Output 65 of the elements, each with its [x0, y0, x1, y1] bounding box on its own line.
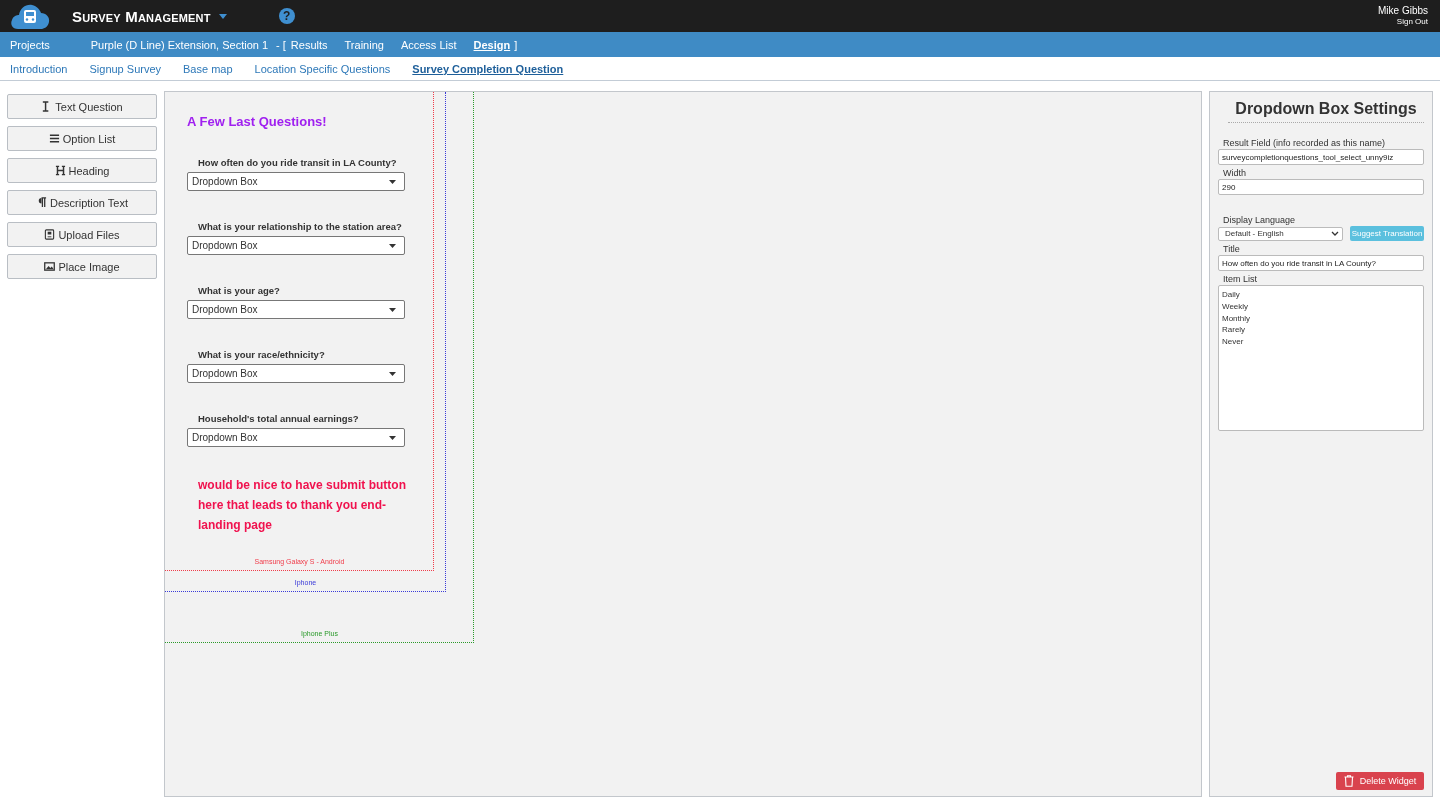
section-tab[interactable]: Survey Completion Question [412, 62, 564, 75]
panel-title: Dropdown Box Settings [1228, 100, 1424, 123]
caret-icon [389, 179, 396, 184]
field-label: Title [1222, 243, 1241, 255]
text-field[interactable]: 290 [1218, 179, 1424, 195]
question-label: How often do you ride transit in LA County? [197, 156, 398, 170]
dropdown-field[interactable]: Dropdown Box [187, 300, 405, 319]
list-item: Never [1222, 336, 1245, 348]
cloud-train-logo-icon [10, 2, 50, 30]
picture-icon [44, 261, 56, 272]
design-note: would be nice to have submit button here that leads to thank you end-landing page [197, 477, 407, 534]
list-item: Rarely [1222, 324, 1247, 337]
nav-tab[interactable]: Results [290, 38, 328, 51]
add-widget-button[interactable]: Upload Files [7, 222, 157, 247]
add-widget-button[interactable]: Place Image [7, 254, 157, 279]
add-widget-button[interactable]: Description Text [7, 190, 157, 215]
lines-icon [48, 133, 60, 144]
delete-widget-button[interactable]: Delete Widget [1336, 772, 1424, 790]
caret-icon[interactable] [218, 13, 227, 19]
field-label: Display Language [1222, 214, 1297, 226]
text-field[interactable]: surveycompletionquestions_tool_select_unny9iz [1218, 149, 1424, 165]
field-label: Result Field (info recorded as this name) [1222, 137, 1387, 149]
list-item: Daily [1222, 289, 1241, 301]
caret-icon [389, 435, 396, 440]
section-tab[interactable]: Base map [183, 62, 233, 75]
nav-tab[interactable]: Design [473, 38, 511, 51]
chevron-down-icon [1331, 231, 1339, 236]
file-icon [44, 229, 56, 240]
caret-icon [389, 371, 396, 376]
section-tab[interactable]: Location Specific Questions [254, 62, 391, 75]
list-item: Weekly [1222, 300, 1250, 313]
nav-tab[interactable]: Training [344, 38, 384, 51]
project-name: Purple (D Line) Extension, Section 1 [90, 38, 269, 51]
sign-out-link[interactable]: Sign Out [1396, 16, 1428, 27]
bracket-text: - [ [276, 38, 286, 51]
section-tab[interactable]: Signup Survey [89, 62, 162, 75]
caret-icon [389, 307, 396, 312]
dropdown-field[interactable]: Dropdown Box [187, 172, 405, 191]
question-label: Household's total annual earnings? [197, 412, 360, 426]
question-label: What is your age? [197, 284, 281, 298]
list-item: Monthly [1222, 312, 1251, 325]
projects-link[interactable]: Projects [10, 38, 50, 51]
dropdown-field[interactable]: Dropdown Box [187, 428, 405, 447]
item-list-field[interactable]: Daily Weekly Monthly Rarely Never [1218, 285, 1424, 431]
add-widget-button[interactable]: Option List [7, 126, 157, 151]
language-select[interactable]: Default - English [1218, 226, 1343, 241]
dropdown-field[interactable]: Dropdown Box [187, 236, 405, 255]
help-button[interactable]: ? [278, 8, 295, 24]
add-widget-button[interactable]: Heading [7, 158, 157, 183]
question-label: What is your race/ethnicity? [197, 348, 326, 362]
question-label: What is your relationship to the station area? [197, 220, 403, 234]
heading-h-icon [54, 165, 66, 176]
dropdown-field[interactable]: Dropdown Box [187, 364, 405, 383]
field-label: Width [1222, 167, 1247, 179]
add-widget-button[interactable]: Text Question [7, 94, 157, 119]
user-name: Mike Gibbs [1378, 5, 1428, 16]
app-title[interactable]: Survey Management [72, 7, 211, 25]
field-label: Item List [1222, 273, 1258, 285]
section-tab[interactable]: Introduction [10, 62, 68, 75]
caret-icon [389, 243, 396, 248]
nav-tab[interactable]: Access List [400, 38, 457, 51]
trash-icon [1343, 775, 1354, 787]
survey-heading: A Few Last Questions! [187, 114, 328, 129]
bracket-text: ] [514, 38, 518, 51]
text-field[interactable]: How often do you ride transit in LA County? [1218, 255, 1424, 271]
